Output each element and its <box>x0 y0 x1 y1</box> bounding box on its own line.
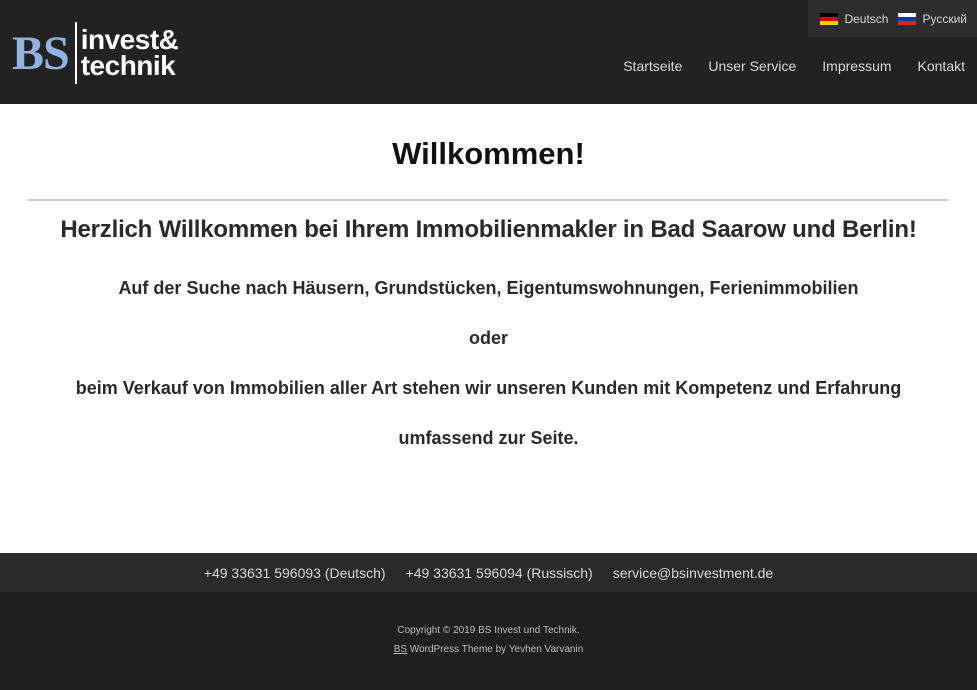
title-divider <box>28 199 948 201</box>
phone-russisch-link[interactable]: +49 33631 596094 (Russisch) <box>406 565 593 581</box>
language-russian[interactable]: Русский <box>898 12 967 26</box>
intro-paragraph-3: beim Verkauf von Immobilien aller Art st… <box>75 378 902 398</box>
language-deutsch-label: Deutsch <box>844 11 889 26</box>
nav-unser-service[interactable]: Unser Service <box>708 58 796 74</box>
intro-paragraph-4: umfassend zur Seite. <box>398 428 579 448</box>
logo-words: invest& technik <box>80 26 179 81</box>
copyright-text: Copyright © 2019 BS Invest und Technik. <box>397 625 580 636</box>
theme-credit-text: WordPress Theme by Yevhen Varvanin <box>407 644 584 655</box>
main-nav: Startseite Unser Service Impressum Konta… <box>623 58 965 74</box>
logo-line-2: technik <box>80 50 176 81</box>
intro-paragraph-2: oder <box>468 328 508 348</box>
page-title: Willkommen! <box>392 136 585 171</box>
email-link[interactable]: service@bsinvestment.de <box>613 565 774 581</box>
theme-bs-link[interactable]: BS <box>394 644 407 655</box>
de-flag-icon <box>820 12 839 25</box>
nav-startseite[interactable]: Startseite <box>623 58 682 74</box>
logo-divider <box>74 22 77 84</box>
language-deutsch[interactable]: Deutsch <box>820 12 888 26</box>
welcome-headline: Herzlich Willkommen bei Ihrem Immobilien… <box>60 216 917 243</box>
language-russian-label: Русский <box>922 11 967 26</box>
nav-impressum[interactable]: Impressum <box>822 58 891 74</box>
logo-bs-text: BS <box>12 27 70 80</box>
language-switcher: Deutsch Русский <box>808 0 977 37</box>
intro-paragraph-1: Auf der Suche nach Häusern, Grundstücken… <box>118 278 859 298</box>
theme-credit: BS WordPress Theme by Yevhen Varvanin <box>0 644 977 655</box>
ru-flag-icon <box>898 12 917 25</box>
contact-bar: +49 33631 596093 (Deutsch) +49 33631 596… <box>0 553 977 592</box>
nav-kontakt[interactable]: Kontakt <box>918 58 965 74</box>
site-logo[interactable]: BS invest& technik <box>12 20 216 86</box>
phone-deutsch-link[interactable]: +49 33631 596093 (Deutsch) <box>204 565 386 581</box>
site-footer: Copyright © 2019 BS Invest und Technik. … <box>0 592 977 690</box>
site-header: BS invest& technik Deutsch Русский Start… <box>0 0 977 104</box>
